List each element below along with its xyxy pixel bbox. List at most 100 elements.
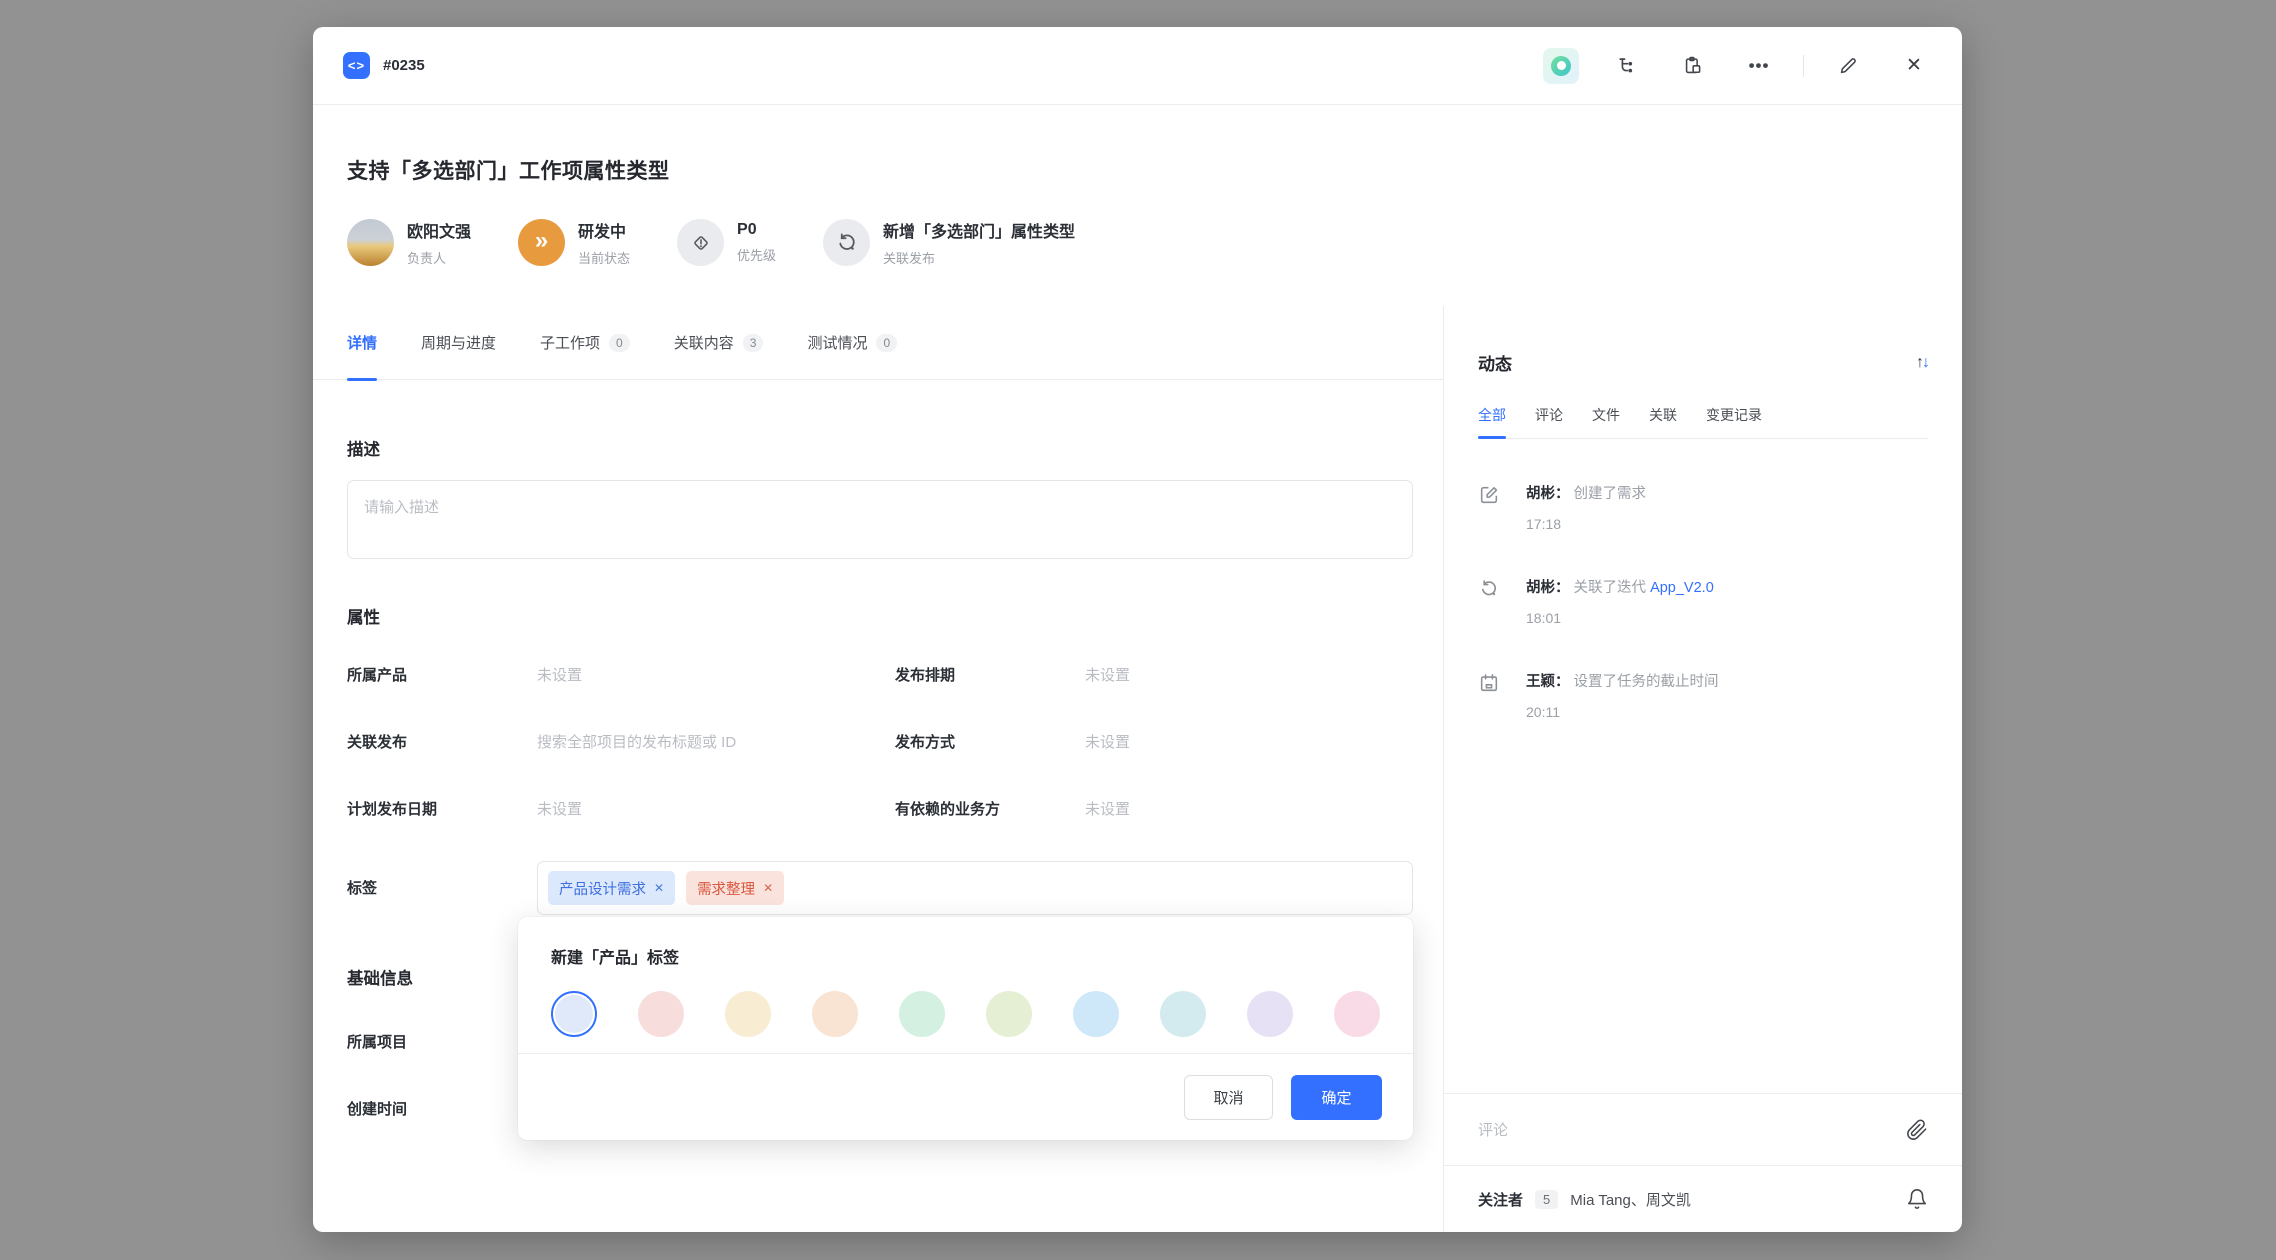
close-button[interactable]: ✕ (1896, 48, 1932, 84)
priority-label: 优先级 (737, 245, 776, 264)
activity-tab-comments[interactable]: 评论 (1535, 405, 1563, 438)
priority-value: P0 (737, 221, 776, 239)
notify-button[interactable] (1906, 1188, 1928, 1210)
activity-item: 胡彬： 创建了需求 17:18 (1478, 484, 1928, 532)
activity-tab-changelog[interactable]: 变更记录 (1706, 405, 1762, 438)
tab-count-badge: 3 (743, 334, 764, 352)
work-item-modal: <> #0235 (313, 27, 1962, 1232)
followers-count-badge: 5 (1535, 1190, 1558, 1209)
confirm-button[interactable]: 确定 (1291, 1075, 1382, 1120)
field-label: 所属产品 (347, 664, 537, 685)
action-text: 关联了迭代 (1574, 580, 1651, 596)
comment-row: 评论 (1444, 1093, 1962, 1165)
cancel-button[interactable]: 取消 (1184, 1075, 1273, 1120)
color-swatch[interactable] (986, 991, 1032, 1037)
assignee-name: 欧阳文强 (407, 218, 471, 242)
assignee-avatar (347, 219, 394, 266)
bell-icon (1906, 1188, 1928, 1210)
activity-tab-links[interactable]: 关联 (1649, 405, 1677, 438)
header-divider (1803, 55, 1804, 77)
actor-name: 胡彬： (1526, 486, 1570, 502)
tab-cycle-progress[interactable]: 周期与进度 (421, 306, 496, 380)
color-swatch[interactable] (899, 991, 945, 1037)
status-ring-button[interactable] (1543, 48, 1579, 84)
followers-label: 关注者 (1478, 1189, 1523, 1210)
color-swatch[interactable] (1247, 991, 1293, 1037)
status-value: 研发中 (578, 218, 630, 242)
popup-title: 新建「产品」标签 (518, 917, 1413, 968)
attributes-grid: 所属产品 未设置 发布排期 未设置 关联发布 搜索全部项目的发布标题或 ID 发… (347, 641, 1413, 842)
color-swatch[interactable] (1073, 991, 1119, 1037)
field-value[interactable]: 未设置 (1085, 664, 1413, 685)
tag-chip: 需求整理 ✕ (686, 871, 784, 905)
popup-footer: 取消 确定 (518, 1053, 1413, 1140)
modal-header: <> #0235 (313, 27, 1962, 105)
close-icon: ✕ (1906, 54, 1922, 77)
attributes-heading: 属性 (347, 604, 1413, 628)
action-text: 设置了任务的截止时间 (1574, 674, 1719, 690)
tab-count-badge: 0 (876, 334, 897, 352)
work-item-title: 支持「多选部门」工作项属性类型 (347, 155, 1928, 185)
tab-test-status[interactable]: 测试情况 0 (807, 306, 897, 380)
priority-field[interactable]: P0 优先级 (677, 219, 776, 266)
release-field[interactable]: 新增「多选部门」属性类型 关联发布 (823, 218, 1075, 267)
action-link[interactable]: App_V2.0 (1650, 580, 1714, 596)
title-section: 支持「多选部门」工作项属性类型 欧阳文强 负责人 » 研发中 当前状态 (313, 105, 1962, 306)
sort-order-icon[interactable]: ↑↓ (1916, 354, 1928, 372)
assignee-field[interactable]: 欧阳文强 负责人 (347, 218, 471, 267)
followers-row: 关注者 5 Mia Tang、周文凯 (1444, 1165, 1962, 1232)
copy-clipboard-button[interactable] (1675, 48, 1711, 84)
tag-chip: 产品设计需求 ✕ (548, 871, 675, 905)
action-text: 创建了需求 (1574, 486, 1647, 502)
release-label: 关联发布 (883, 248, 1075, 267)
description-input[interactable]: 请输入描述 (347, 480, 1413, 559)
field-value[interactable]: 搜索全部项目的发布标题或 ID (537, 731, 895, 752)
comment-input[interactable]: 评论 (1478, 1119, 1906, 1140)
activity-heading: 动态 (1478, 350, 1512, 375)
attach-button[interactable] (1906, 1119, 1928, 1141)
description-heading: 描述 (347, 436, 1413, 460)
calendar-icon (1478, 672, 1500, 720)
work-item-type-icon: <> (343, 52, 370, 79)
field-value[interactable]: 未设置 (1085, 731, 1413, 752)
color-swatch[interactable] (1334, 991, 1380, 1037)
tags-field: 标签 产品设计需求 ✕ 需求整理 ✕ (347, 861, 1413, 915)
activity-sidebar: 动态 ↑↓ 全部 评论 文件 关联 变更记录 (1443, 306, 1962, 1232)
edit-square-icon (1478, 484, 1500, 532)
color-swatch[interactable] (638, 991, 684, 1037)
iteration-icon (1478, 578, 1500, 626)
color-swatch[interactable] (1160, 991, 1206, 1037)
release-iteration-icon (823, 219, 870, 266)
field-label: 发布排期 (895, 664, 1085, 685)
activity-time: 20:11 (1526, 704, 1719, 720)
field-value[interactable]: 未设置 (1085, 798, 1413, 819)
activity-tab-files[interactable]: 文件 (1592, 405, 1620, 438)
field-label: 关联发布 (347, 731, 537, 752)
edit-button[interactable] (1830, 48, 1866, 84)
priority-icon (677, 219, 724, 266)
workflow-tree-icon (1616, 55, 1638, 77)
workflow-tree-button[interactable] (1609, 48, 1645, 84)
tab-sub-items[interactable]: 子工作项 0 (540, 306, 630, 380)
color-swatch[interactable] (812, 991, 858, 1037)
tag-remove-icon[interactable]: ✕ (654, 881, 664, 895)
more-button[interactable]: ••• (1741, 48, 1777, 84)
status-label: 当前状态 (578, 248, 630, 267)
actor-name: 王颖： (1526, 674, 1570, 690)
color-swatch[interactable] (551, 991, 597, 1037)
field-value[interactable]: 未设置 (537, 798, 895, 819)
status-field[interactable]: » 研发中 当前状态 (518, 218, 630, 267)
tab-linked-content[interactable]: 关联内容 3 (674, 306, 764, 380)
activity-feed: 胡彬： 创建了需求 17:18 胡彬： (1478, 484, 1928, 720)
activity-tab-all[interactable]: 全部 (1478, 405, 1506, 438)
field-value[interactable]: 未设置 (537, 664, 895, 685)
tag-remove-icon[interactable]: ✕ (763, 881, 773, 895)
activity-item: 王颖： 设置了任务的截止时间 20:11 (1478, 672, 1928, 720)
tab-details[interactable]: 详情 (347, 306, 377, 380)
color-swatches (518, 968, 1413, 1037)
copy-clipboard-icon (1682, 55, 1704, 77)
work-item-id: #0235 (383, 57, 425, 74)
color-swatch[interactable] (725, 991, 771, 1037)
tags-input[interactable]: 产品设计需求 ✕ 需求整理 ✕ (537, 861, 1413, 915)
release-value: 新增「多选部门」属性类型 (883, 218, 1075, 242)
